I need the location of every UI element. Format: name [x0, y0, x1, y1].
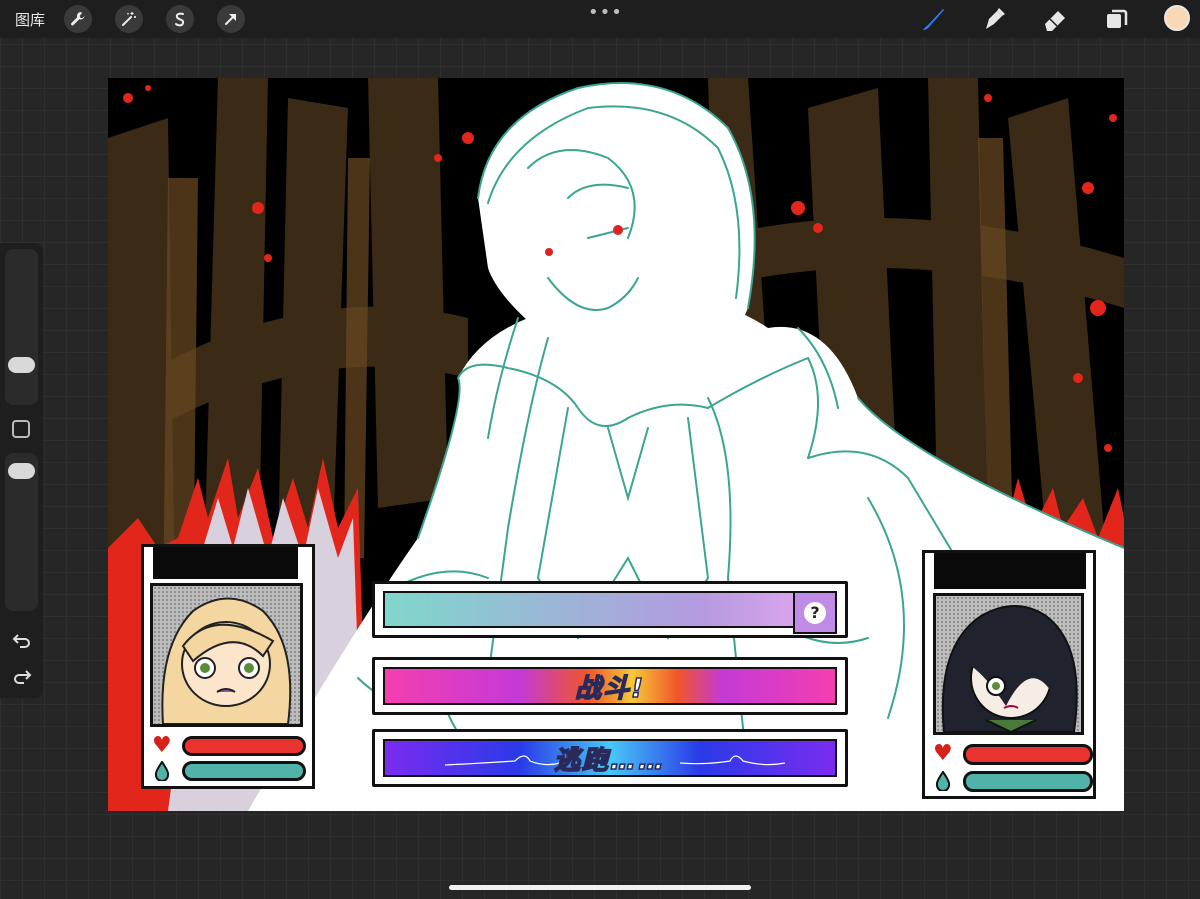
brush-icon[interactable]	[919, 5, 947, 33]
info-gradient-bar	[383, 591, 837, 628]
enemy-card-right: ♥	[922, 550, 1096, 799]
drop-icon	[154, 760, 170, 782]
fight-label: 战斗!	[574, 673, 645, 705]
redo-icon[interactable]	[11, 665, 33, 687]
drawing-canvas[interactable]: ♥ ♥ ? 战斗! 逃跑……	[108, 78, 1124, 811]
flee-button[interactable]: 逃跑……	[372, 729, 848, 787]
selection-icon[interactable]	[166, 5, 194, 33]
flee-gradient: 逃跑……	[383, 739, 837, 777]
portrait-right	[933, 593, 1084, 735]
color-swatch[interactable]	[1164, 5, 1190, 31]
undo-icon[interactable]	[11, 629, 33, 651]
brush-size-knob[interactable]	[8, 357, 35, 373]
character-portrait-dark-hair	[941, 605, 1078, 732]
fight-gradient: 战斗!	[383, 667, 837, 705]
gallery-button[interactable]: 图库	[15, 9, 45, 30]
drop-icon	[935, 770, 951, 792]
info-panel: ?	[372, 581, 848, 638]
player-card-left: ♥	[141, 544, 315, 789]
name-bar-right	[934, 553, 1086, 589]
opacity-slider[interactable]	[5, 453, 38, 611]
opacity-knob[interactable]	[8, 463, 35, 479]
question-box[interactable]: ?	[793, 591, 837, 634]
brush-size-slider[interactable]	[5, 249, 38, 405]
name-bar-left	[153, 547, 298, 579]
question-mark-label: ?	[804, 601, 826, 624]
hp-bar-right	[963, 744, 1093, 765]
magic-wand-icon[interactable]	[115, 5, 143, 33]
heart-icon: ♥	[152, 733, 172, 758]
portrait-left	[150, 583, 303, 727]
wrench-icon[interactable]	[64, 5, 92, 33]
more-options-icon[interactable]: •••	[588, 2, 623, 23]
modify-button[interactable]	[12, 420, 30, 438]
mp-bar-left	[182, 761, 306, 781]
home-indicator[interactable]	[449, 885, 751, 890]
mp-bar-right	[963, 771, 1093, 792]
top-toolbar: 图库 •••	[0, 0, 1200, 38]
layers-icon[interactable]	[1103, 5, 1131, 33]
flee-label: 逃跑……	[553, 745, 666, 777]
hp-bar-left	[182, 736, 306, 756]
eraser-icon[interactable]	[1041, 5, 1069, 33]
fight-button[interactable]: 战斗!	[372, 657, 848, 715]
character-portrait-blonde	[161, 597, 292, 724]
heart-icon: ♥	[933, 741, 953, 766]
smudge-icon[interactable]	[980, 5, 1008, 33]
transform-arrow-icon[interactable]	[217, 5, 245, 33]
left-sidebar	[0, 243, 43, 698]
